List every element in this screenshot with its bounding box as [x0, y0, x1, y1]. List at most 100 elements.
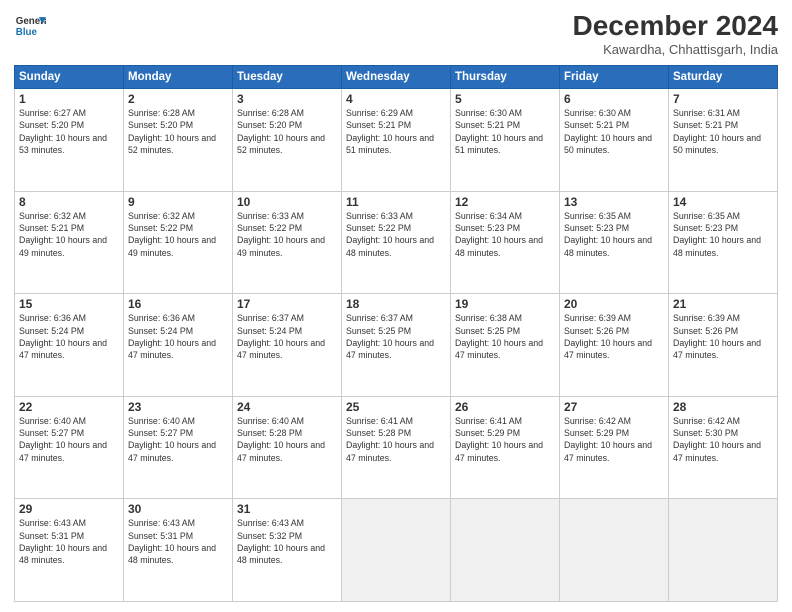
day-info-2: Sunrise: 6:28 AMSunset: 5:20 PMDaylight:… [128, 107, 228, 156]
day-info-14: Sunrise: 6:35 AMSunset: 5:23 PMDaylight:… [673, 210, 773, 259]
day-number-30: 30 [128, 502, 228, 516]
header-saturday: Saturday [669, 66, 778, 89]
day-number-16: 16 [128, 297, 228, 311]
day-cell-21: 21Sunrise: 6:39 AMSunset: 5:26 PMDayligh… [669, 294, 778, 397]
day-number-25: 25 [346, 400, 446, 414]
day-info-6: Sunrise: 6:30 AMSunset: 5:21 PMDaylight:… [564, 107, 664, 156]
day-info-10: Sunrise: 6:33 AMSunset: 5:22 PMDaylight:… [237, 210, 337, 259]
day-cell-8: 8Sunrise: 6:32 AMSunset: 5:21 PMDaylight… [15, 191, 124, 294]
calendar-table: Sunday Monday Tuesday Wednesday Thursday… [14, 65, 778, 602]
day-cell-3: 3Sunrise: 6:28 AMSunset: 5:20 PMDaylight… [233, 89, 342, 192]
week-row-4: 22Sunrise: 6:40 AMSunset: 5:27 PMDayligh… [15, 396, 778, 499]
svg-text:Blue: Blue [16, 27, 38, 38]
day-info-1: Sunrise: 6:27 AMSunset: 5:20 PMDaylight:… [19, 107, 119, 156]
day-number-11: 11 [346, 195, 446, 209]
day-info-12: Sunrise: 6:34 AMSunset: 5:23 PMDaylight:… [455, 210, 555, 259]
day-info-15: Sunrise: 6:36 AMSunset: 5:24 PMDaylight:… [19, 312, 119, 361]
empty-cell-w4-d5 [560, 499, 669, 602]
day-number-6: 6 [564, 92, 664, 106]
day-number-2: 2 [128, 92, 228, 106]
month-title: December 2024 [573, 10, 778, 42]
day-number-24: 24 [237, 400, 337, 414]
day-cell-30: 30Sunrise: 6:43 AMSunset: 5:31 PMDayligh… [124, 499, 233, 602]
day-cell-6: 6Sunrise: 6:30 AMSunset: 5:21 PMDaylight… [560, 89, 669, 192]
day-info-31: Sunrise: 6:43 AMSunset: 5:32 PMDaylight:… [237, 517, 337, 566]
day-info-28: Sunrise: 6:42 AMSunset: 5:30 PMDaylight:… [673, 415, 773, 464]
day-info-9: Sunrise: 6:32 AMSunset: 5:22 PMDaylight:… [128, 210, 228, 259]
day-info-5: Sunrise: 6:30 AMSunset: 5:21 PMDaylight:… [455, 107, 555, 156]
day-info-26: Sunrise: 6:41 AMSunset: 5:29 PMDaylight:… [455, 415, 555, 464]
day-number-21: 21 [673, 297, 773, 311]
day-cell-10: 10Sunrise: 6:33 AMSunset: 5:22 PMDayligh… [233, 191, 342, 294]
day-cell-20: 20Sunrise: 6:39 AMSunset: 5:26 PMDayligh… [560, 294, 669, 397]
day-info-8: Sunrise: 6:32 AMSunset: 5:21 PMDaylight:… [19, 210, 119, 259]
day-info-20: Sunrise: 6:39 AMSunset: 5:26 PMDaylight:… [564, 312, 664, 361]
day-number-13: 13 [564, 195, 664, 209]
day-number-14: 14 [673, 195, 773, 209]
day-number-1: 1 [19, 92, 119, 106]
day-info-19: Sunrise: 6:38 AMSunset: 5:25 PMDaylight:… [455, 312, 555, 361]
day-info-17: Sunrise: 6:37 AMSunset: 5:24 PMDaylight:… [237, 312, 337, 361]
week-row-5: 29Sunrise: 6:43 AMSunset: 5:31 PMDayligh… [15, 499, 778, 602]
day-cell-29: 29Sunrise: 6:43 AMSunset: 5:31 PMDayligh… [15, 499, 124, 602]
day-cell-26: 26Sunrise: 6:41 AMSunset: 5:29 PMDayligh… [451, 396, 560, 499]
day-number-15: 15 [19, 297, 119, 311]
day-number-12: 12 [455, 195, 555, 209]
location: Kawardha, Chhattisgarh, India [573, 42, 778, 57]
day-number-4: 4 [346, 92, 446, 106]
day-info-21: Sunrise: 6:39 AMSunset: 5:26 PMDaylight:… [673, 312, 773, 361]
day-info-16: Sunrise: 6:36 AMSunset: 5:24 PMDaylight:… [128, 312, 228, 361]
day-number-23: 23 [128, 400, 228, 414]
day-cell-31: 31Sunrise: 6:43 AMSunset: 5:32 PMDayligh… [233, 499, 342, 602]
day-number-22: 22 [19, 400, 119, 414]
day-info-11: Sunrise: 6:33 AMSunset: 5:22 PMDaylight:… [346, 210, 446, 259]
day-cell-19: 19Sunrise: 6:38 AMSunset: 5:25 PMDayligh… [451, 294, 560, 397]
day-cell-22: 22Sunrise: 6:40 AMSunset: 5:27 PMDayligh… [15, 396, 124, 499]
day-cell-23: 23Sunrise: 6:40 AMSunset: 5:27 PMDayligh… [124, 396, 233, 499]
header-friday: Friday [560, 66, 669, 89]
empty-cell-w4-d3 [342, 499, 451, 602]
day-number-3: 3 [237, 92, 337, 106]
day-info-24: Sunrise: 6:40 AMSunset: 5:28 PMDaylight:… [237, 415, 337, 464]
day-info-7: Sunrise: 6:31 AMSunset: 5:21 PMDaylight:… [673, 107, 773, 156]
day-info-13: Sunrise: 6:35 AMSunset: 5:23 PMDaylight:… [564, 210, 664, 259]
day-info-25: Sunrise: 6:41 AMSunset: 5:28 PMDaylight:… [346, 415, 446, 464]
day-cell-18: 18Sunrise: 6:37 AMSunset: 5:25 PMDayligh… [342, 294, 451, 397]
day-number-19: 19 [455, 297, 555, 311]
day-cell-24: 24Sunrise: 6:40 AMSunset: 5:28 PMDayligh… [233, 396, 342, 499]
week-row-3: 15Sunrise: 6:36 AMSunset: 5:24 PMDayligh… [15, 294, 778, 397]
day-cell-15: 15Sunrise: 6:36 AMSunset: 5:24 PMDayligh… [15, 294, 124, 397]
day-number-10: 10 [237, 195, 337, 209]
day-info-4: Sunrise: 6:29 AMSunset: 5:21 PMDaylight:… [346, 107, 446, 156]
header-tuesday: Tuesday [233, 66, 342, 89]
day-cell-2: 2Sunrise: 6:28 AMSunset: 5:20 PMDaylight… [124, 89, 233, 192]
calendar-container: General Blue December 2024 Kawardha, Chh… [0, 0, 792, 612]
header: General Blue December 2024 Kawardha, Chh… [14, 10, 778, 57]
day-cell-14: 14Sunrise: 6:35 AMSunset: 5:23 PMDayligh… [669, 191, 778, 294]
day-cell-1: 1Sunrise: 6:27 AMSunset: 5:20 PMDaylight… [15, 89, 124, 192]
day-cell-28: 28Sunrise: 6:42 AMSunset: 5:30 PMDayligh… [669, 396, 778, 499]
day-number-17: 17 [237, 297, 337, 311]
week-row-1: 1Sunrise: 6:27 AMSunset: 5:20 PMDaylight… [15, 89, 778, 192]
empty-cell-w4-d4 [451, 499, 560, 602]
logo: General Blue [14, 10, 46, 42]
day-cell-4: 4Sunrise: 6:29 AMSunset: 5:21 PMDaylight… [342, 89, 451, 192]
logo-icon: General Blue [14, 10, 46, 42]
day-cell-9: 9Sunrise: 6:32 AMSunset: 5:22 PMDaylight… [124, 191, 233, 294]
calendar-body: 1Sunrise: 6:27 AMSunset: 5:20 PMDaylight… [15, 89, 778, 602]
title-block: December 2024 Kawardha, Chhattisgarh, In… [573, 10, 778, 57]
day-number-26: 26 [455, 400, 555, 414]
day-cell-7: 7Sunrise: 6:31 AMSunset: 5:21 PMDaylight… [669, 89, 778, 192]
day-cell-11: 11Sunrise: 6:33 AMSunset: 5:22 PMDayligh… [342, 191, 451, 294]
header-thursday: Thursday [451, 66, 560, 89]
day-info-27: Sunrise: 6:42 AMSunset: 5:29 PMDaylight:… [564, 415, 664, 464]
day-info-22: Sunrise: 6:40 AMSunset: 5:27 PMDaylight:… [19, 415, 119, 464]
day-cell-12: 12Sunrise: 6:34 AMSunset: 5:23 PMDayligh… [451, 191, 560, 294]
day-number-5: 5 [455, 92, 555, 106]
day-number-28: 28 [673, 400, 773, 414]
day-info-18: Sunrise: 6:37 AMSunset: 5:25 PMDaylight:… [346, 312, 446, 361]
day-cell-17: 17Sunrise: 6:37 AMSunset: 5:24 PMDayligh… [233, 294, 342, 397]
day-cell-25: 25Sunrise: 6:41 AMSunset: 5:28 PMDayligh… [342, 396, 451, 499]
day-cell-13: 13Sunrise: 6:35 AMSunset: 5:23 PMDayligh… [560, 191, 669, 294]
day-number-18: 18 [346, 297, 446, 311]
